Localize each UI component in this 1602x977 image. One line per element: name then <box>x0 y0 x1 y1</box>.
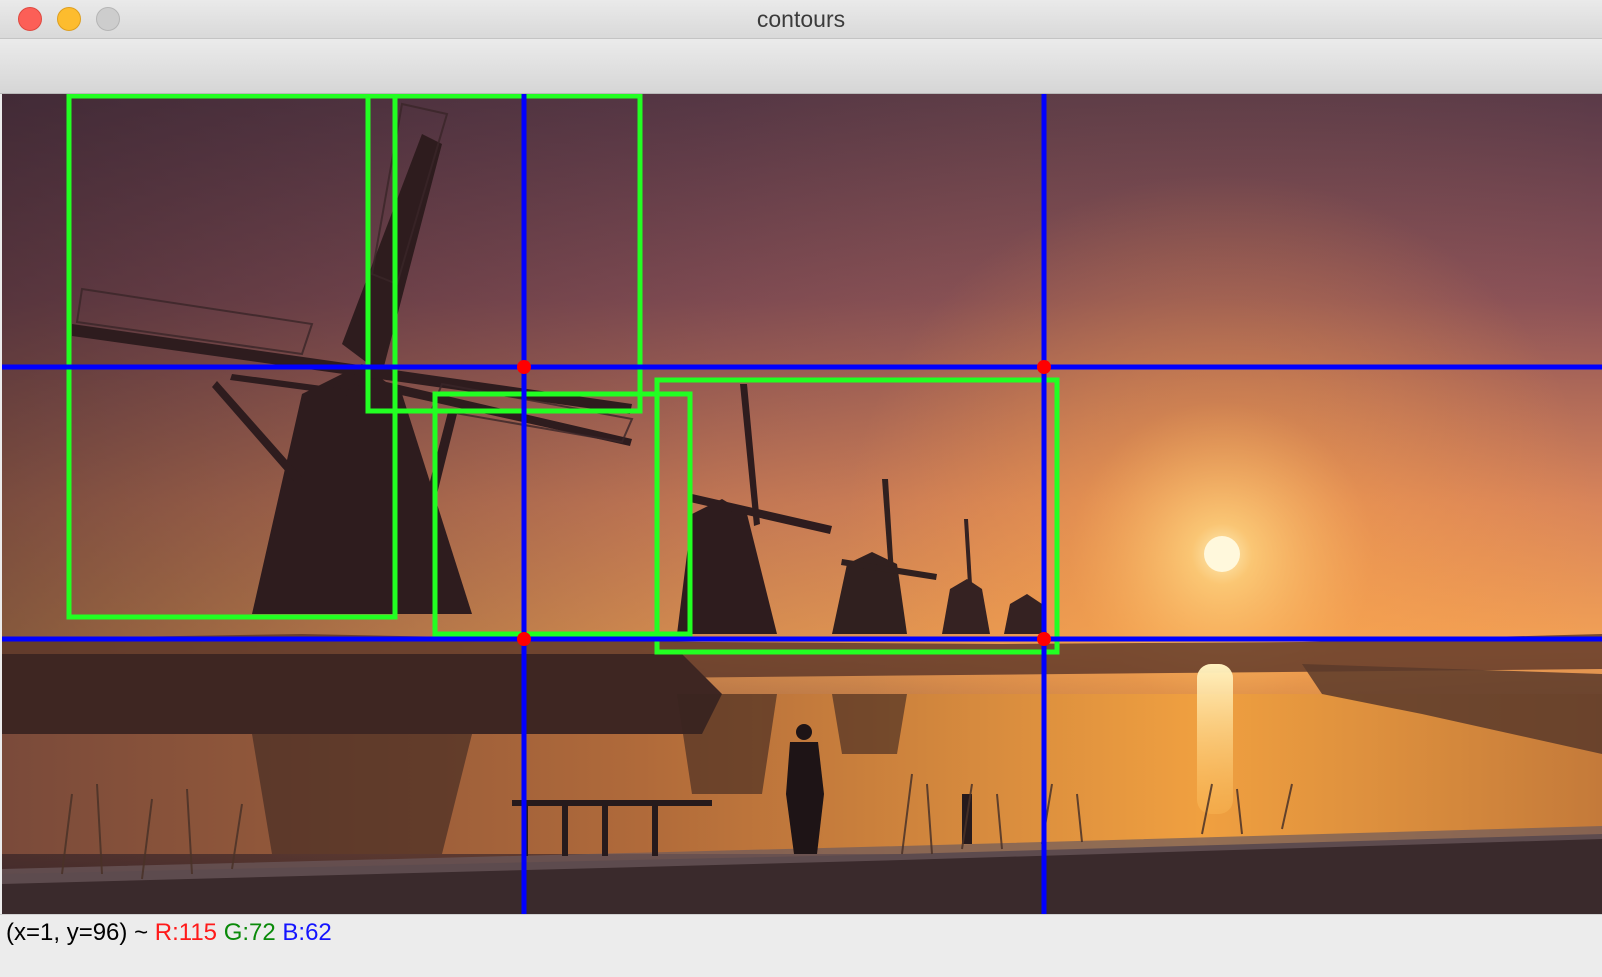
pixel-info: (x=1, y=96) ~ R:115 G:72 B:62 <box>6 919 332 947</box>
green-value: G:72 <box>223 919 276 946</box>
left-bank <box>2 654 722 734</box>
red-value: R:115 <box>154 919 218 946</box>
cursor-coordinates: (x=1, y=96) ~ <box>6 919 149 946</box>
intersection-marker <box>1037 632 1051 646</box>
image-canvas[interactable] <box>2 94 1602 914</box>
intersection-marker <box>517 360 531 374</box>
scene-image <box>2 94 1602 914</box>
app-window: contours (x=1, y=96) ~ R:115 G:72 B:62 <box>0 0 1602 977</box>
blue-value: B:62 <box>282 919 332 946</box>
intersection-marker <box>517 632 531 646</box>
title-bar[interactable]: contours <box>0 0 1602 39</box>
sun <box>1204 536 1240 572</box>
sun-reflection <box>1197 664 1233 814</box>
intersection-marker <box>1037 360 1051 374</box>
status-bar: (x=1, y=96) ~ R:115 G:72 B:62 <box>0 914 1602 977</box>
window-title: contours <box>756 6 846 32</box>
toolbar <box>0 39 1602 94</box>
